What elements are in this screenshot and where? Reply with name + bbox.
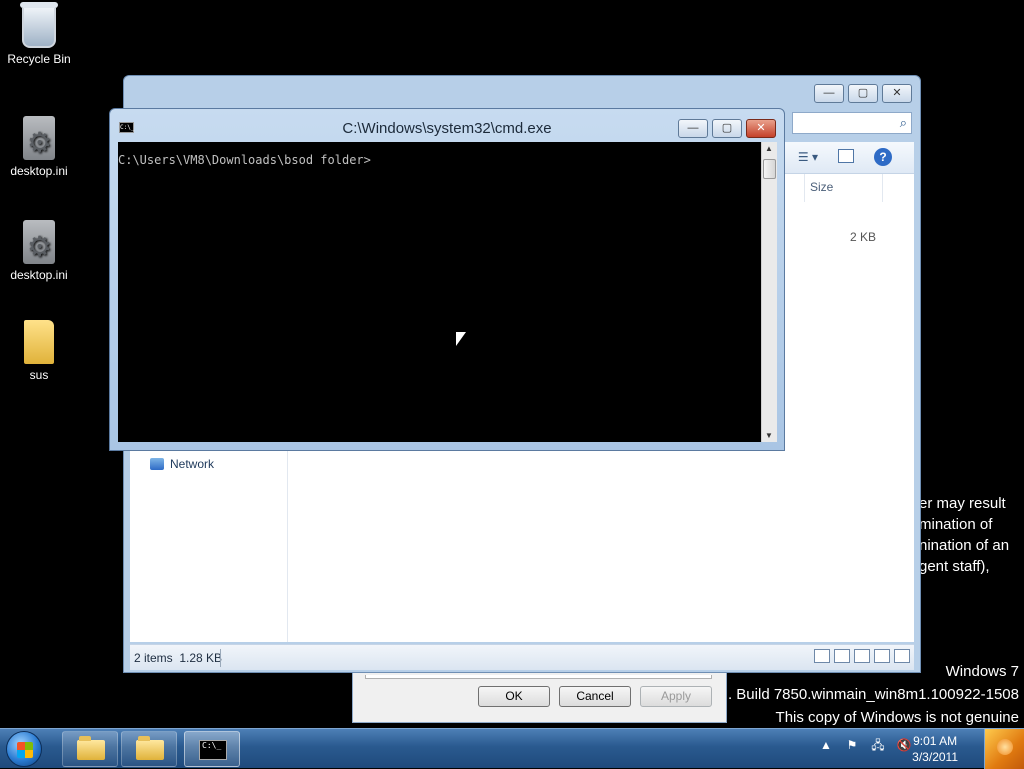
maximize-button[interactable]: ▢ (848, 84, 878, 103)
desktop-icon-label: sus (29, 368, 49, 382)
desktop-icon-desktop-ini-2[interactable]: desktop.ini (1, 220, 77, 282)
clock[interactable]: 9:01 AM 3/3/2011 (912, 733, 958, 765)
cancel-button[interactable]: Cancel (559, 686, 631, 707)
ok-button[interactable]: OK (478, 686, 550, 707)
view-switcher (814, 649, 910, 663)
watermark-partial-line: er may result (919, 495, 1006, 512)
status-item-count: 2 items (134, 651, 173, 665)
status-bar: 2 items 1.28 KB (130, 644, 914, 670)
thumbnails-view-icon[interactable] (834, 649, 850, 663)
explorer-caption-buttons: — ▢ ✕ (814, 84, 912, 103)
desktop-icon-label: desktop.ini (10, 164, 68, 178)
cmd-window[interactable]: C:\_ C:\Windows\system32\cmd.exe — ▢ ✕ C… (109, 108, 785, 451)
details-view-icon[interactable] (814, 649, 830, 663)
search-icon[interactable]: ⌕ (900, 115, 907, 131)
minimize-button[interactable]: — (678, 119, 708, 138)
desktop-icon-recycle-bin[interactable]: Recycle Bin (1, 2, 77, 66)
command-prompt: C:\Users\VM8\Downloads\bsod folder> (118, 153, 371, 167)
watermark-partial-line: mination of (919, 516, 993, 533)
status-divider (220, 649, 221, 667)
change-view-dropdown-icon[interactable]: ☰ ▾ (798, 150, 818, 164)
watermark-build: . Build 7850.winmain_win8m1.100922-1508 (727, 686, 1019, 703)
search-input[interactable]: ⌕ (792, 112, 912, 134)
watermark-genuine: This copy of Windows is not genuine (775, 709, 1019, 726)
cmd-caption-buttons: — ▢ ✕ (678, 119, 776, 138)
folder-icon (136, 736, 164, 760)
show-desktop-button[interactable] (984, 729, 1024, 769)
column-divider (882, 174, 883, 202)
scrollbar-thumb[interactable] (763, 159, 776, 179)
watermark-partial-line: nination of an (919, 537, 1010, 554)
taskbar: C:\_ ▲ ⚑ 🖧 🔇 9:01 AM 3/3/2011 (0, 728, 1024, 769)
scroll-up-icon[interactable]: ▲ (765, 144, 773, 153)
folder-icon (24, 320, 54, 364)
vertical-scrollbar[interactable]: ▲ ▼ (761, 142, 777, 442)
dialog-panel-edge (365, 675, 712, 679)
start-button[interactable] (6, 731, 42, 767)
settings-file-icon (23, 220, 55, 264)
desktop-icon-sus-folder[interactable]: sus (1, 320, 77, 382)
apply-button[interactable]: Apply (640, 686, 712, 707)
taskbar-explorer-button-2[interactable] (121, 731, 177, 767)
status-total-size: 1.28 KB (179, 651, 223, 665)
maximize-button[interactable]: ▢ (712, 119, 742, 138)
clock-date: 3/3/2011 (912, 750, 958, 764)
column-divider (804, 174, 805, 202)
details-pane-icon[interactable] (894, 649, 910, 663)
minimize-button[interactable]: — (814, 84, 844, 103)
preview-pane-icon[interactable] (838, 149, 854, 163)
taskbar-explorer-button[interactable] (62, 731, 118, 767)
notification-area: ▲ ⚑ 🖧 🔇 (818, 737, 912, 753)
console-area[interactable]: C:\Users\VM8\Downloads\bsod folder> (118, 142, 761, 442)
pane-layout-icon[interactable] (854, 649, 870, 663)
close-button[interactable]: ✕ (882, 84, 912, 103)
mouse-pointer-icon (456, 332, 466, 346)
clock-time: 9:01 AM (913, 734, 958, 748)
volume-muted-icon[interactable]: 🔇 (896, 737, 912, 753)
nav-item-network[interactable]: Network (150, 457, 214, 471)
properties-dialog: OK Cancel Apply (352, 673, 727, 723)
help-icon[interactable]: ? (874, 148, 892, 166)
scroll-down-icon[interactable]: ▼ (765, 431, 773, 440)
desktop-icon-label: desktop.ini (10, 268, 68, 282)
desktop-icon-label: Recycle Bin (7, 52, 71, 66)
taskbar-cmd-button[interactable]: C:\_ (184, 731, 240, 767)
preview-layout-icon[interactable] (874, 649, 890, 663)
file-size-cell: 2 KB (850, 230, 877, 244)
settings-file-icon (23, 116, 55, 160)
folder-icon (77, 736, 105, 760)
nav-item-label: Network (170, 457, 215, 471)
close-button[interactable]: ✕ (746, 119, 776, 138)
network-icon (150, 458, 164, 470)
network-icon[interactable]: 🖧 (870, 737, 886, 753)
action-center-flag-icon[interactable]: ⚑ (844, 737, 860, 753)
desktop-icon-desktop-ini-1[interactable]: desktop.ini (1, 116, 77, 178)
watermark-partial-line: gent staff), (919, 558, 990, 575)
show-hidden-icons-icon[interactable]: ▲ (818, 737, 834, 753)
windows-logo-icon (17, 742, 33, 758)
cmd-icon: C:\_ (199, 740, 227, 760)
column-header-size[interactable]: Size (810, 180, 833, 194)
watermark-edition: Windows 7 (945, 663, 1019, 680)
recycle-bin-icon (20, 2, 58, 48)
status-text: 2 items 1.28 KB (134, 651, 222, 665)
